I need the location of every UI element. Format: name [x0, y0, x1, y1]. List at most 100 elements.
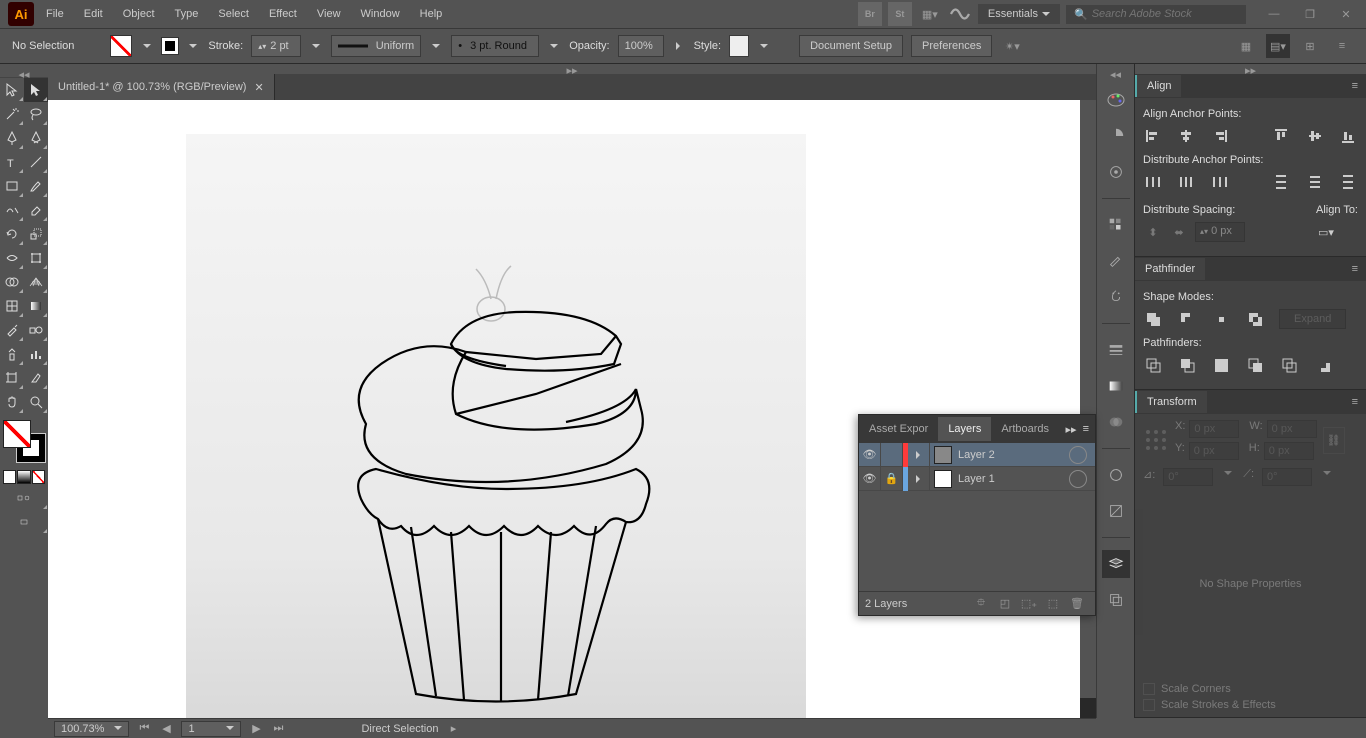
artboard-tool[interactable]: [0, 366, 24, 390]
color-panel-icon[interactable]: [1102, 86, 1130, 114]
layer-name[interactable]: Layer 2: [956, 449, 1061, 461]
fill-swatch[interactable]: [110, 35, 132, 57]
style-swatch[interactable]: [729, 35, 749, 57]
swatches-icon[interactable]: [1102, 211, 1130, 239]
lasso-tool[interactable]: [24, 102, 48, 126]
panel-menu-icon[interactable]: ≡: [1344, 263, 1366, 275]
rotate-tool[interactable]: [0, 222, 24, 246]
align-right-icon[interactable]: [1210, 126, 1230, 146]
toolbar-collapse[interactable]: ◂◂: [0, 68, 48, 78]
dist-hcenter-icon[interactable]: [1177, 172, 1197, 192]
target-icon[interactable]: [1069, 446, 1087, 464]
menu-help[interactable]: Help: [412, 4, 451, 24]
w-input[interactable]: 0 px: [1267, 420, 1317, 438]
rectangle-tool[interactable]: [0, 174, 24, 198]
dist-left-icon[interactable]: [1143, 172, 1163, 192]
artboards-dock-icon[interactable]: [1102, 586, 1130, 614]
align-left-icon[interactable]: [1143, 126, 1163, 146]
gradient-panel-icon[interactable]: [1102, 372, 1130, 400]
artboard-nav[interactable]: 1: [181, 721, 241, 737]
panel-menu-icon[interactable]: ≡: [1344, 80, 1366, 92]
visibility-toggle[interactable]: 👁: [859, 443, 881, 467]
fill-stroke-control[interactable]: [3, 420, 45, 462]
dist-space-h-icon[interactable]: ⬌: [1169, 222, 1189, 242]
intersect-icon[interactable]: [1211, 309, 1231, 329]
arrange-docs-icon[interactable]: ▦▾: [918, 2, 942, 26]
brush-dropdown[interactable]: [547, 41, 561, 52]
draw-mode[interactable]: [0, 486, 48, 510]
screen-mode[interactable]: [0, 510, 48, 534]
transparency-icon[interactable]: [1102, 408, 1130, 436]
width-tool[interactable]: [0, 246, 24, 270]
align-top-icon[interactable]: [1271, 126, 1291, 146]
merge-icon[interactable]: [1211, 355, 1231, 375]
menu-window[interactable]: Window: [353, 4, 408, 24]
brush-def[interactable]: •3 pt. Round: [451, 35, 539, 57]
eyedropper-tool[interactable]: [0, 318, 24, 342]
curvature-tool[interactable]: [24, 126, 48, 150]
menu-view[interactable]: View: [309, 4, 349, 24]
direct-selection-tool[interactable]: [24, 78, 48, 102]
lock-toggle[interactable]: 🔒: [881, 467, 903, 491]
reference-point-icon[interactable]: [1143, 427, 1169, 453]
stroke-weight[interactable]: ▴▾2 pt: [251, 35, 301, 57]
line-tool[interactable]: [24, 150, 48, 174]
stroke-weight-dropdown[interactable]: [309, 41, 323, 52]
color-mode-row[interactable]: [3, 470, 45, 484]
zoom-tool[interactable]: [24, 390, 48, 414]
first-artboard-icon[interactable]: ⏮: [137, 722, 151, 735]
crop-icon[interactable]: [1245, 355, 1265, 375]
dist-top-icon[interactable]: [1271, 172, 1291, 192]
close-tab-icon[interactable]: ✕: [254, 81, 263, 94]
brushes-icon[interactable]: [1102, 247, 1130, 275]
layer-row[interactable]: 👁 🔒 Layer 1: [859, 467, 1095, 491]
appearance-icon[interactable]: [1102, 461, 1130, 489]
shape-builder-tool[interactable]: [0, 270, 24, 294]
gpu-icon[interactable]: [948, 2, 972, 26]
minimize-icon[interactable]: —: [1262, 2, 1286, 26]
hand-tool[interactable]: [0, 390, 24, 414]
free-transform-tool[interactable]: [24, 246, 48, 270]
visibility-toggle[interactable]: 👁: [859, 467, 881, 491]
target-icon[interactable]: [1069, 470, 1087, 488]
minus-front-icon[interactable]: [1177, 309, 1197, 329]
snap-pixel-icon[interactable]: ▦: [1234, 34, 1258, 58]
locate-object-icon[interactable]: ⯐: [969, 592, 993, 616]
opacity-field[interactable]: 100%: [618, 35, 664, 57]
align-vcenter-icon[interactable]: [1305, 126, 1325, 146]
minus-back-icon[interactable]: [1313, 355, 1333, 375]
new-layer-icon[interactable]: ⬚: [1041, 592, 1065, 616]
link-icon[interactable]: ⛓: [1323, 427, 1345, 454]
menu-type[interactable]: Type: [167, 4, 207, 24]
gradient-tool[interactable]: [24, 294, 48, 318]
symbols-icon[interactable]: [1102, 283, 1130, 311]
new-sublayer-icon[interactable]: ⬚₊: [1017, 592, 1041, 616]
canvas[interactable]: [48, 100, 1080, 718]
stock-icon[interactable]: St: [888, 2, 912, 26]
restore-icon[interactable]: ❐: [1298, 2, 1322, 26]
tab-asset-export[interactable]: Asset Expor: [859, 417, 938, 441]
delete-layer-icon[interactable]: 🗑: [1065, 592, 1089, 616]
magic-wand-tool[interactable]: [0, 102, 24, 126]
align-tab[interactable]: Align: [1135, 75, 1181, 97]
menu-object[interactable]: Object: [115, 4, 163, 24]
style-dropdown[interactable]: [757, 41, 771, 52]
layer-name[interactable]: Layer 1: [956, 473, 1061, 485]
perspective-grid-tool[interactable]: [24, 270, 48, 294]
stroke-profile[interactable]: Uniform: [331, 35, 421, 57]
preferences-button[interactable]: Preferences: [911, 35, 992, 57]
prev-artboard-icon[interactable]: ◀: [159, 722, 173, 735]
panel-menu-icon[interactable]: ≡: [1344, 396, 1366, 408]
profile-dropdown[interactable]: [429, 41, 443, 52]
eraser-tool[interactable]: [24, 198, 48, 222]
workspace-switcher[interactable]: Essentials: [978, 4, 1060, 24]
trim-icon[interactable]: [1177, 355, 1197, 375]
stroke-swatch[interactable]: [162, 38, 178, 54]
next-artboard-icon[interactable]: ▶: [249, 722, 263, 735]
menu-file[interactable]: File: [38, 4, 72, 24]
spacing-input[interactable]: ▴▾ 0 px: [1195, 222, 1245, 242]
doc-collapse[interactable]: ▸▸: [48, 64, 1096, 74]
clip-mask-icon[interactable]: ◰: [993, 592, 1017, 616]
bridge-icon[interactable]: Br: [858, 2, 882, 26]
dock-collapse[interactable]: ◂◂: [1097, 68, 1134, 78]
